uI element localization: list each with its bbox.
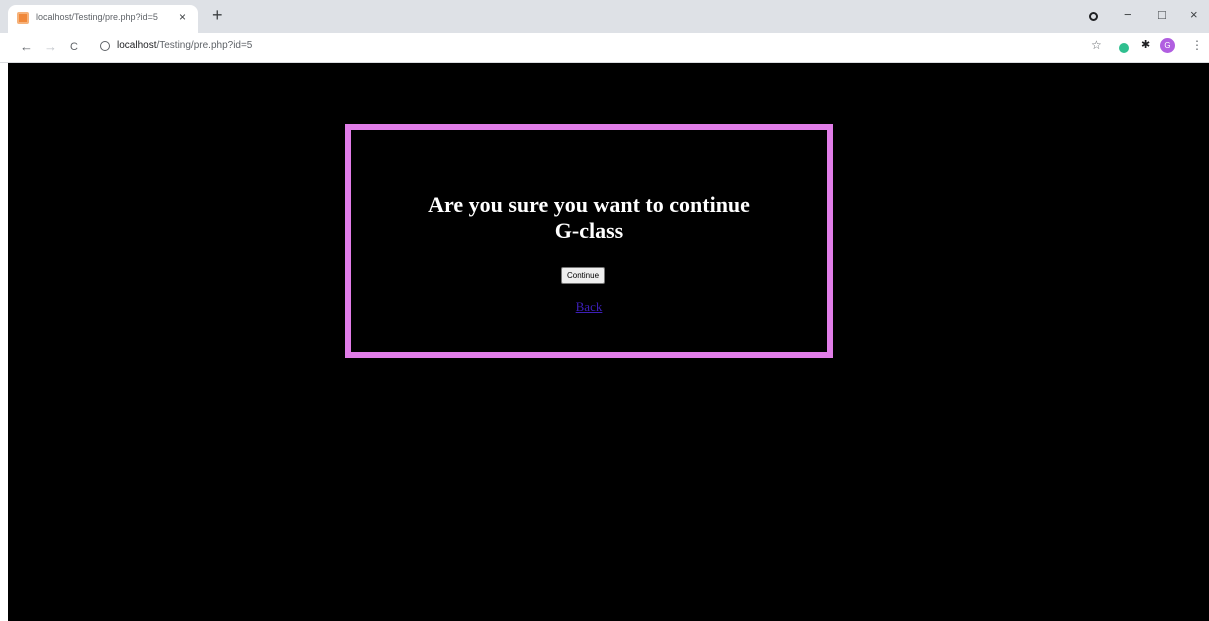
confirm-dialog: Are you sure you want to continue G-clas…: [345, 124, 833, 358]
tab-strip: localhost/Testing/pre.php?id=5 × + − □ ×: [0, 0, 1209, 33]
url-path: /Testing/pre.php?id=5: [156, 40, 253, 51]
info-icon[interactable]: [100, 41, 110, 51]
html-file-icon: [17, 12, 29, 24]
close-tab-icon[interactable]: ×: [179, 10, 186, 24]
browser-window: localhost/Testing/pre.php?id=5 × + − □ ×…: [0, 0, 1209, 621]
record-icon[interactable]: [1089, 12, 1098, 21]
new-tab-button[interactable]: +: [212, 6, 223, 24]
back-link-row: Back: [351, 299, 827, 315]
forward-arrow-icon[interactable]: →: [44, 39, 57, 55]
heading-line-1: Are you sure you want to continue: [428, 192, 750, 217]
extension-grammarly-icon[interactable]: [1119, 43, 1129, 53]
back-arrow-icon[interactable]: ←: [20, 39, 33, 55]
url-host: localhost: [117, 40, 157, 51]
tab-title: localhost/Testing/pre.php?id=5: [36, 12, 158, 22]
bookmark-star-icon[interactable]: ☆: [1091, 38, 1102, 52]
close-window-button[interactable]: ×: [1190, 7, 1198, 23]
back-link[interactable]: Back: [576, 299, 603, 314]
minimize-button[interactable]: −: [1124, 7, 1132, 23]
browser-tab[interactable]: localhost/Testing/pre.php?id=5 ×: [8, 5, 198, 33]
profile-avatar[interactable]: G: [1160, 38, 1175, 53]
continue-button[interactable]: Continue: [561, 267, 606, 284]
confirm-heading: Are you sure you want to continue G-clas…: [351, 192, 827, 244]
menu-dots-icon[interactable]: ⋮: [1191, 38, 1203, 52]
heading-line-2: G-class: [554, 218, 624, 243]
maximize-button[interactable]: □: [1158, 7, 1166, 23]
browser-toolbar: ← → C localhost/Testing/pre.php?id=5 ☆ ✱…: [0, 33, 1209, 63]
reload-icon[interactable]: C: [70, 39, 78, 55]
address-bar[interactable]: localhost/Testing/pre.php?id=5: [90, 36, 1075, 58]
extensions-puzzle-icon[interactable]: ✱: [1141, 38, 1150, 51]
page-viewport: Are you sure you want to continue G-clas…: [8, 63, 1209, 621]
url-text[interactable]: localhost/Testing/pre.php?id=5: [117, 40, 252, 51]
